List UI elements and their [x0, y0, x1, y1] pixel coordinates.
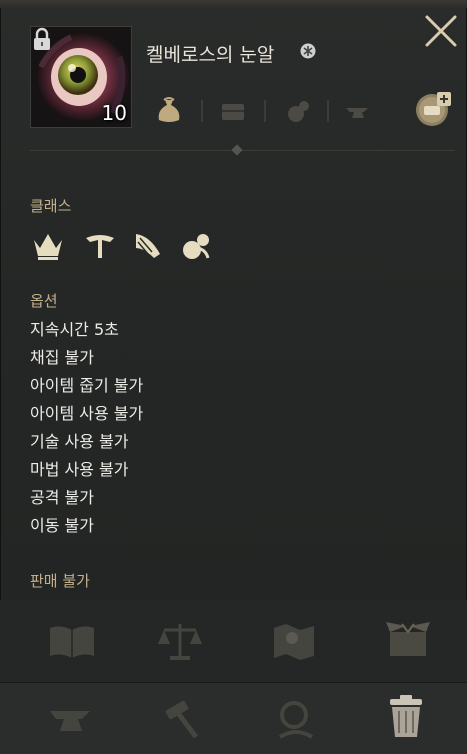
trash-can-icon[interactable]	[380, 693, 432, 739]
tool-separator	[264, 100, 266, 122]
option-line: 채집 불가	[30, 348, 94, 367]
tool-separator	[327, 100, 329, 122]
map-icon[interactable]	[268, 618, 320, 664]
action-bar-top	[0, 600, 467, 682]
option-line: 아이템 사용 불가	[30, 404, 144, 423]
giant-icon	[183, 234, 210, 259]
close-icon[interactable]	[424, 14, 458, 48]
open-box-icon[interactable]	[382, 614, 434, 660]
pouch-icon[interactable]	[282, 94, 314, 126]
option-line: 공격 불가	[30, 488, 94, 507]
sorceress-icon	[136, 234, 160, 258]
money-bag-icon[interactable]	[153, 94, 185, 126]
options-section-label: 옵션	[30, 292, 58, 310]
option-line: 이동 불가	[30, 516, 94, 535]
scale-icon[interactable]	[154, 618, 206, 664]
divider-ornament	[231, 144, 243, 156]
chest-icon[interactable]	[217, 94, 249, 126]
option-line: 마법 사용 불가	[30, 460, 129, 479]
option-line: 기술 사용 불가	[30, 432, 129, 451]
lock-icon	[34, 27, 50, 50]
action-bar-bottom	[0, 682, 467, 754]
ranger-icon	[86, 235, 114, 258]
warrior-crown-icon	[34, 234, 62, 260]
option-line: 지속시간 5초	[30, 320, 119, 339]
option-line: 아이템 줍기 불가	[30, 376, 144, 395]
add-item-button[interactable]	[412, 88, 454, 128]
hammer-icon[interactable]	[156, 697, 208, 743]
item-tooltip-panel: 10 켈베로스의 눈알 클래스 옵션 지속시간 5초 채집 불가 아이템 줍기 …	[0, 0, 467, 754]
item-bound-seal-icon	[300, 43, 316, 59]
magnifier-icon[interactable]	[270, 697, 322, 743]
anvil-icon[interactable]	[46, 697, 98, 743]
class-section-label: 클래스	[30, 197, 72, 215]
item-icon-frame[interactable]: 10	[30, 26, 132, 128]
tool-separator	[201, 100, 203, 122]
anvil-icon[interactable]	[342, 94, 374, 126]
panel-top-rim	[0, 0, 467, 8]
item-name: 켈베로스의 눈알	[146, 44, 275, 66]
item-count: 10	[101, 101, 127, 125]
sale-status-label: 판매 불가	[30, 572, 90, 590]
book-icon[interactable]	[46, 618, 98, 664]
